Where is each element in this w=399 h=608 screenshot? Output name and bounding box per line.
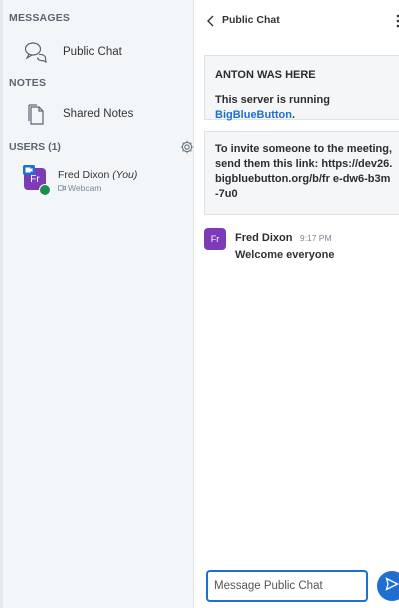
system-message-line: This server is running BigBlueButton. bbox=[215, 93, 393, 123]
sidebar-item-public-chat[interactable]: Public Chat bbox=[3, 37, 194, 67]
chat-message: Fr Fred Dixon 9:17 PM Welcome everyone bbox=[204, 228, 399, 261]
document-icon bbox=[23, 101, 49, 127]
system-text: . bbox=[291, 109, 296, 121]
message-composer bbox=[206, 570, 368, 602]
more-options-icon[interactable] bbox=[395, 14, 399, 28]
sidebar: MESSAGES Public Chat NOTES Shared Notes … bbox=[0, 0, 194, 608]
invite-text: To invite someone to the meeting, send t… bbox=[215, 143, 393, 200]
users-header: USERS (1) bbox=[9, 140, 194, 154]
user-status: Webcam bbox=[58, 183, 137, 193]
sidebar-item-shared-notes[interactable]: Shared Notes bbox=[3, 99, 194, 129]
message-input[interactable] bbox=[208, 580, 366, 592]
system-message-invite: To invite someone to the meeting, send t… bbox=[204, 131, 399, 215]
notes-section-title: NOTES bbox=[9, 77, 47, 89]
messages-section-title: MESSAGES bbox=[9, 12, 71, 24]
webcam-small-icon bbox=[58, 183, 66, 193]
chat-title: Public Chat bbox=[222, 14, 280, 26]
gear-icon[interactable] bbox=[180, 140, 194, 154]
system-text: This server is running bbox=[215, 94, 330, 106]
user-status-text: Webcam bbox=[68, 183, 102, 193]
user-name: Fred Dixon (You) bbox=[58, 169, 137, 181]
chat-bubbles-icon bbox=[23, 39, 49, 65]
message-author: Fred Dixon bbox=[235, 232, 293, 244]
microphone-icon bbox=[39, 184, 51, 196]
chat-panel: Public Chat ANTON WAS HERE This server i… bbox=[194, 0, 399, 608]
chat-header: Public Chat bbox=[194, 0, 399, 40]
system-message-welcome: ANTON WAS HERE This server is running Bi… bbox=[204, 55, 399, 123]
send-icon bbox=[385, 576, 399, 596]
users-section-title: USERS (1) bbox=[9, 141, 61, 153]
avatar: Fr bbox=[23, 165, 51, 196]
chevron-left-icon[interactable] bbox=[206, 14, 216, 27]
send-button[interactable] bbox=[377, 571, 399, 601]
message-meta: Fred Dixon 9:17 PM bbox=[235, 228, 334, 246]
system-message-line: ANTON WAS HERE bbox=[215, 69, 316, 81]
sidebar-item-label: Shared Notes bbox=[63, 108, 134, 120]
you-tag: (You) bbox=[112, 169, 138, 181]
avatar-initials: Fr bbox=[30, 173, 40, 185]
sidebar-item-label: Public Chat bbox=[63, 46, 122, 58]
message-text: Welcome everyone bbox=[235, 249, 335, 261]
avatar: Fr bbox=[204, 228, 226, 250]
message-time: 9:17 PM bbox=[299, 233, 332, 243]
webcam-icon bbox=[23, 165, 35, 175]
bigbluebutton-link[interactable]: BigBlueButton bbox=[215, 109, 292, 121]
user-name-text: Fred Dixon bbox=[58, 169, 110, 181]
user-list-item[interactable]: Fr Fred Dixon (You) Webcam bbox=[3, 162, 194, 198]
